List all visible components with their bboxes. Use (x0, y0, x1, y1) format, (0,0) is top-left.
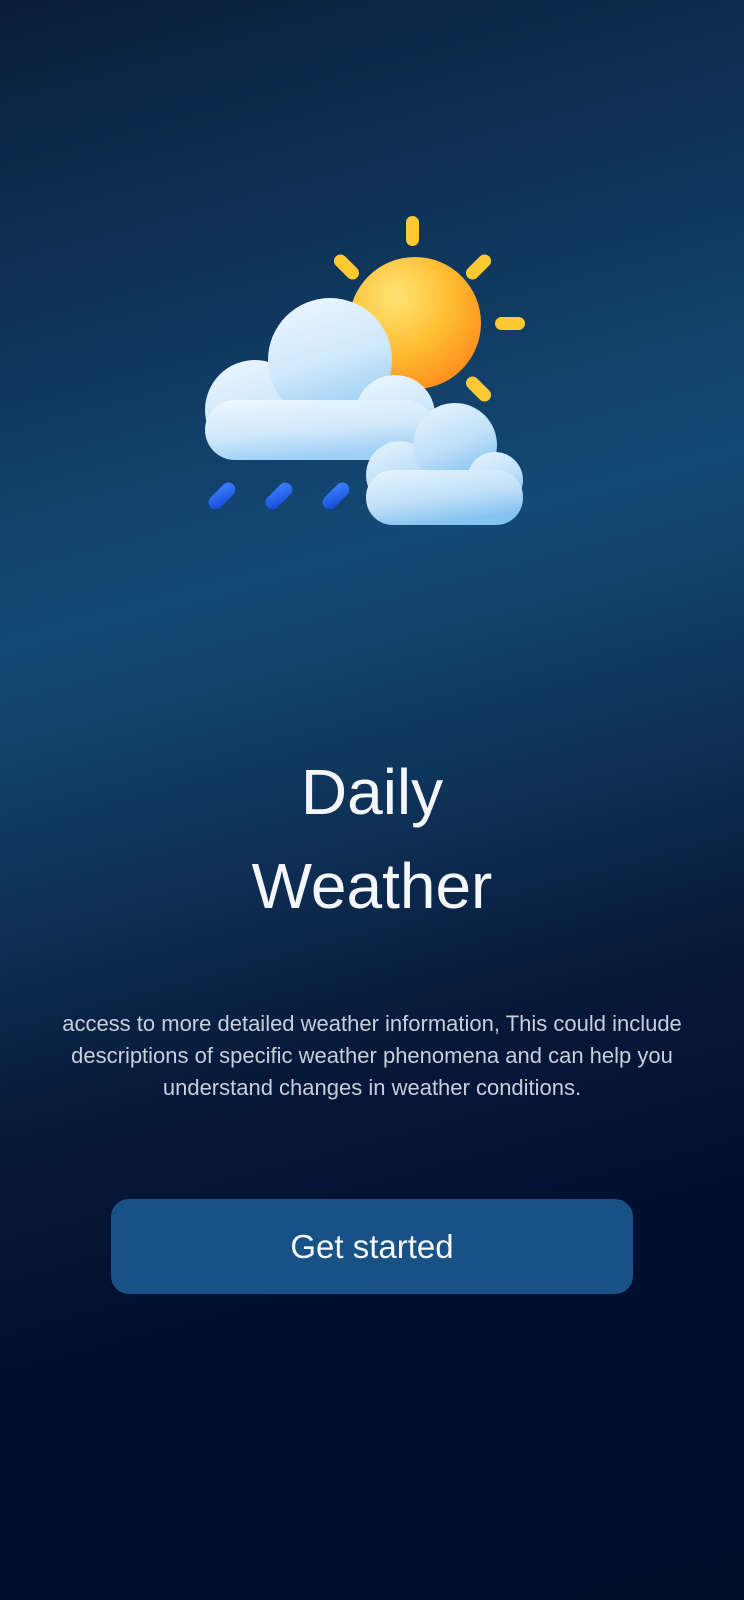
page-title: Daily Weather (0, 760, 744, 918)
onboarding-screen: Daily Weather access to more detailed we… (0, 0, 744, 1600)
title-line-2: Weather (251, 850, 493, 922)
hero-illustration (200, 210, 540, 530)
get-started-button[interactable]: Get started (111, 1199, 633, 1294)
title-line-1: Daily (300, 756, 444, 828)
partly-cloudy-rain-icon (205, 216, 525, 525)
description-text: access to more detailed weather informat… (62, 1011, 682, 1100)
